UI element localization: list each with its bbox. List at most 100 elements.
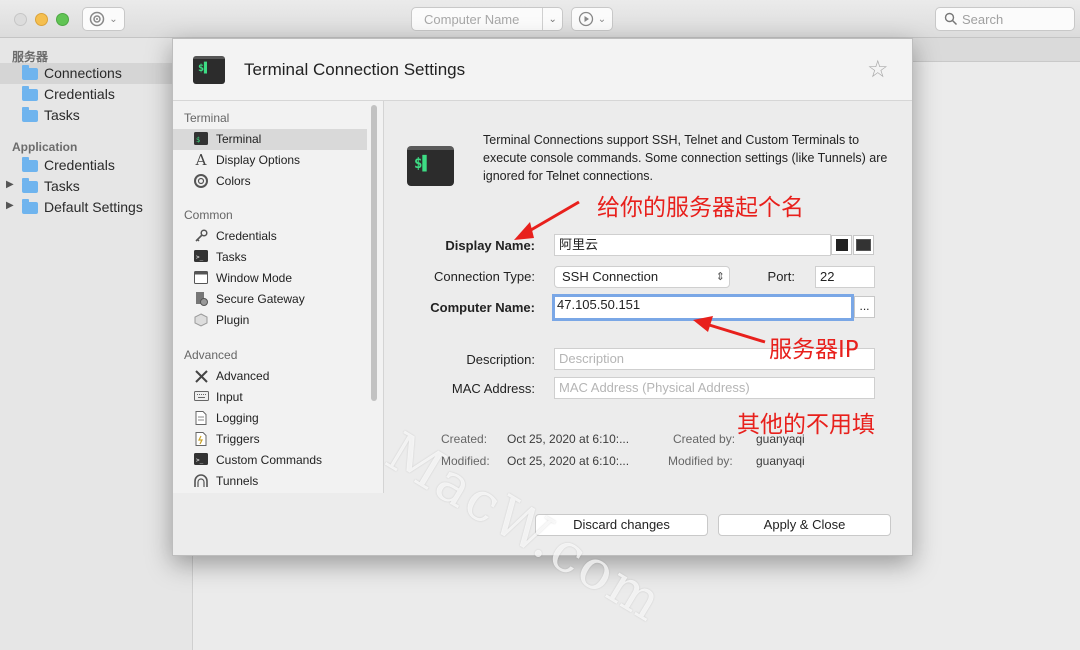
computer-name-combobox[interactable]: Computer Name ⌄ [411,7,563,31]
nav-item-window-mode[interactable]: Window Mode [173,268,367,289]
nav-scrollbar-thumb[interactable] [371,105,377,401]
nav-section-advanced: Advanced [184,348,238,362]
connection-settings-dialog: $▌ Terminal Connection Settings ☆ Termin… [172,38,913,556]
terminal-icon: $ [193,132,209,147]
nav-item-label: Logging [216,411,259,425]
nav-section-common: Common [184,208,233,222]
nav-item-label: Tasks [216,250,247,264]
nav-item-terminal[interactable]: $ Terminal [173,129,367,150]
nav-item-label: Terminal [216,132,262,146]
modified-by-value: guanyaqi [756,454,805,468]
star-icon[interactable]: ☆ [867,55,889,84]
nav-item-label: Triggers [216,432,260,446]
sidebar-item-connections[interactable]: Connections [0,63,193,84]
search-field[interactable]: Search [935,7,1075,31]
zoom-window-button[interactable] [56,13,69,26]
connection-type-select[interactable]: SSH Connection ⇕ [554,266,730,288]
dialog-title: Terminal Connection Settings [244,60,466,79]
folder-icon [22,178,38,193]
port-field[interactable]: 22 [815,266,875,288]
disclosure-triangle-icon[interactable]: ▶ [6,200,14,211]
nav-item-label: Colors [216,174,251,188]
nav-item-advanced[interactable]: Advanced [173,366,367,387]
chevron-down-icon: ⌄ [109,13,118,25]
updown-chevron-icon: ⇕ [715,271,725,283]
port-label: Port: [767,269,795,284]
settings-nav: Terminal $ Terminal A Display Options Co… [173,101,384,493]
svg-text:$: $ [196,136,200,144]
nav-item-tasks[interactable]: >_ Tasks [173,247,367,268]
nav-scrollbar[interactable] [369,103,379,491]
modified-value: Oct 25, 2020 at 6:10:... [507,454,630,468]
annotation-ip-hint: 服务器IP [769,337,859,363]
play-icon [578,11,593,27]
app-menu-button[interactable]: ⌄ [82,7,125,31]
chevron-down-icon[interactable]: ⌄ [542,8,562,30]
terminal-icon: $▌ [193,56,225,84]
color-swatch-button[interactable] [831,235,852,255]
nav-item-logging[interactable]: Logging [173,408,367,429]
sidebar-item-app-tasks[interactable]: ▶ Tasks [0,176,193,197]
created-value: Oct 25, 2020 at 6:10:... [507,432,630,446]
computer-name-label: Computer Name: [430,300,535,315]
svg-text:>_: >_ [196,457,204,464]
connection-type-label: Connection Type: [434,269,535,284]
nav-item-custom-commands[interactable]: >_ Custom Commands [173,450,367,471]
terminal-icon [856,239,871,251]
chevron-down-icon: ⌄ [597,13,607,25]
nav-item-plugin[interactable]: Plugin [173,310,367,331]
sidebar-item-app-credentials[interactable]: Credentials [0,155,193,176]
minimize-window-button[interactable] [35,13,48,26]
settings-description: Terminal Connections support SSH, Telnet… [483,133,888,183]
annotation-name-hint: 给你的服务器起个名 [597,195,804,221]
sidebar-item-tasks[interactable]: Tasks [0,105,193,126]
browse-computer-button[interactable]: ... [854,296,875,318]
plugin-icon [193,313,209,328]
connection-type-value: SSH Connection [562,269,659,284]
annotation-other-hint: 其他的不用填 [737,412,875,438]
sidebar-item-credentials[interactable]: Credentials [0,84,193,105]
navigation-sidebar: 服务器 Connections Credentials Tasks Applic… [0,38,193,650]
svg-text:>_: >_ [196,254,204,261]
sidebar-section-application: Application [12,140,78,154]
connect-button[interactable]: ⌄ [571,7,613,31]
search-placeholder: Search [962,11,1004,27]
nav-section-terminal: Terminal [184,111,230,125]
sidebar-item-default-settings[interactable]: ▶ Default Settings [0,197,193,218]
close-window-button[interactable] [14,13,27,26]
nav-item-tunnels[interactable]: Tunnels [173,471,367,492]
connection-icon-button[interactable] [853,235,874,255]
document-icon [193,411,209,426]
computer-name-field[interactable]: 47.105.50.151 [552,294,854,321]
tunnel-icon [193,474,209,489]
trigger-icon [193,432,209,447]
search-icon [944,12,958,26]
terminal-icon: $▌ [407,146,454,186]
nav-item-secure-gateway[interactable]: Secure Gateway [173,289,367,310]
computer-name-input[interactable]: Computer Name [412,12,542,27]
disclosure-triangle-icon[interactable]: ▶ [6,179,14,190]
font-icon: A [195,151,207,169]
mac-address-field[interactable]: MAC Address (Physical Address) [554,377,875,399]
created-by-label: Created by: [673,432,736,446]
key-icon [193,229,209,244]
nav-item-triggers[interactable]: Triggers [173,429,367,450]
mac-address-label: MAC Address: [451,381,535,396]
window-toolbar: ⌄ Computer Name ⌄ ⌄ Search [0,0,1080,38]
nav-item-input[interactable]: Input [173,387,367,408]
sidebar-item-label: Tasks [44,178,80,194]
terminal-icon-glyph: $▌ [198,63,211,74]
apply-close-button[interactable]: Apply & Close [718,514,891,536]
nav-item-colors[interactable]: Colors [173,171,367,192]
nav-item-display-options[interactable]: A Display Options [173,150,367,171]
tools-icon [193,369,209,384]
nav-item-label: Secure Gateway [216,292,305,306]
window-icon [193,271,209,286]
nav-item-label: Advanced [216,369,270,383]
folder-icon [22,107,38,122]
terminal-icon-glyph: $▌ [414,156,431,172]
nav-item-credentials[interactable]: Credentials [173,226,367,247]
royal-tsx-icon [90,11,105,27]
nav-item-label: Credentials [216,229,277,243]
display-name-field[interactable]: 阿里云 [554,234,831,256]
